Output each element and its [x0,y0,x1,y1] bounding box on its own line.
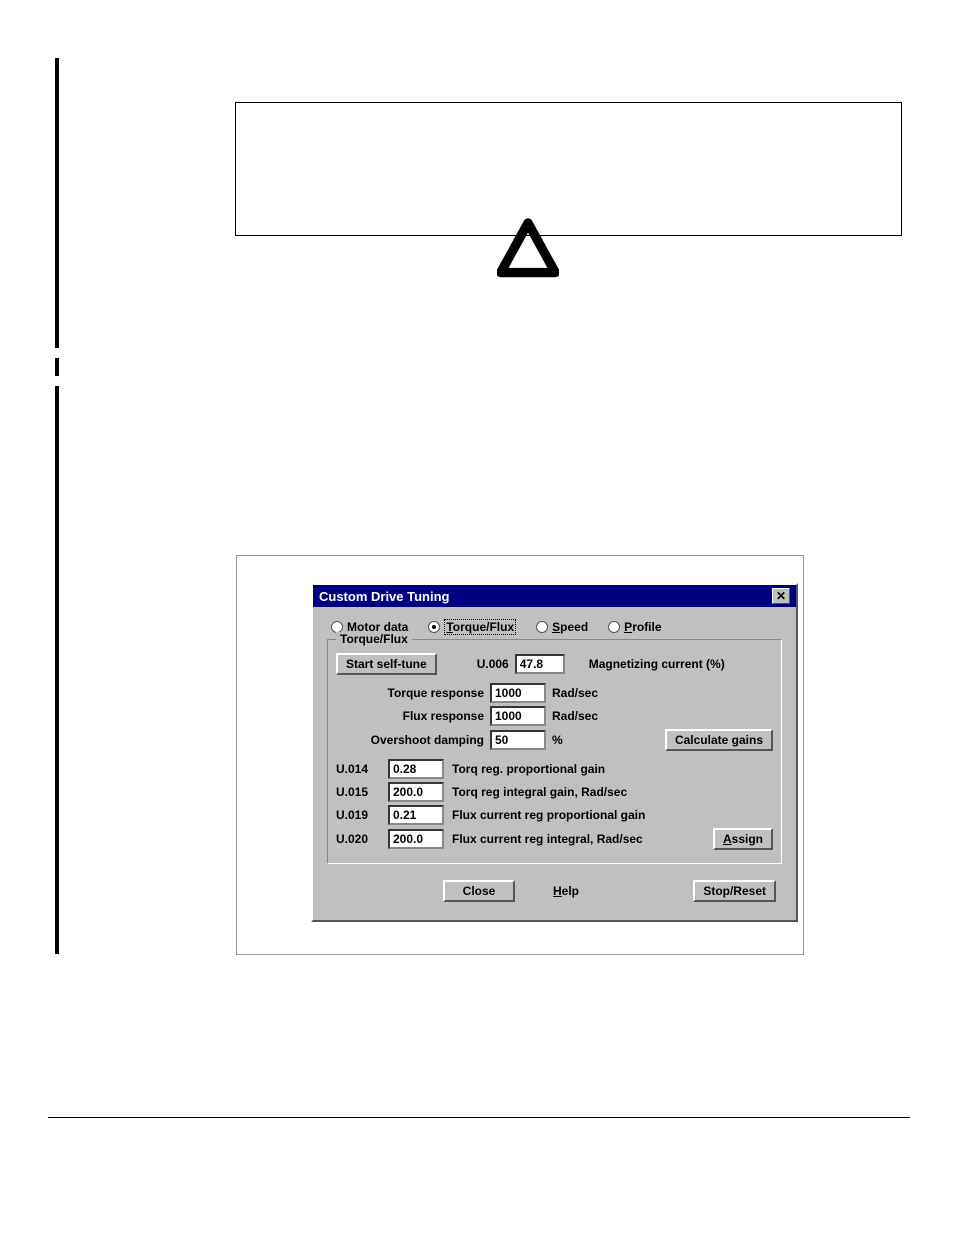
param-row-u020: U.020 Flux current reg integral, Rad/sec… [336,828,773,850]
torque-flux-radio[interactable]: Torque/Flux [428,619,516,635]
u006-input[interactable] [515,654,565,674]
radio-label: Speed [552,620,588,634]
start-self-tune-button[interactable]: Start self-tune [336,653,437,675]
u006-code: U.006 [477,657,509,671]
assign-button[interactable]: Assign [713,828,773,850]
flux-response-input[interactable] [490,706,546,726]
overshoot-label: Overshoot damping [336,733,484,747]
param-row-u019: U.019 Flux current reg proportional gain [336,805,773,825]
unit-label: % [552,733,622,747]
group-label: Torque/Flux [336,632,412,646]
calculate-gains-button[interactable]: Calculate gains [665,729,773,751]
param-desc: Torq reg. proportional gain [452,762,773,776]
radio-icon [536,621,548,633]
dialog-bottom-bar: Close Help Stop/Reset [323,874,786,912]
param-code: U.019 [336,808,380,822]
attention-box [235,102,902,236]
u015-input[interactable] [388,782,444,802]
radio-label: Profile [624,620,661,634]
speed-radio[interactable]: Speed [536,619,588,635]
u014-input[interactable] [388,759,444,779]
flux-response-label: Flux response [336,709,484,723]
torque-response-input[interactable] [490,683,546,703]
u020-input[interactable] [388,829,444,849]
warning-triangle-icon [497,218,559,280]
unit-label: Rad/sec [552,686,622,700]
param-desc: Torq reg integral gain, Rad/sec [452,785,773,799]
left-rule-segment-3 [55,386,59,954]
self-tune-row: Start self-tune U.006 Magnetizing curren… [336,653,773,675]
dialog-titlebar: Custom Drive Tuning ✕ [313,585,796,607]
param-desc: Flux current reg integral, Rad/sec [452,832,705,846]
param-row-u015: U.015 Torq reg integral gain, Rad/sec [336,782,773,802]
unit-label: Rad/sec [552,709,622,723]
help-label[interactable]: Help [535,882,597,900]
u006-desc: Magnetizing current (%) [589,657,725,671]
left-rule-segment-1 [55,58,59,348]
param-code: U.020 [336,832,380,846]
radio-icon [428,621,440,633]
response-block: Torque response Rad/sec Flux response Ra… [336,683,773,751]
radio-icon [608,621,620,633]
torque-flux-group: Torque/Flux Start self-tune U.006 Magnet… [327,639,782,864]
close-icon[interactable]: ✕ [772,588,790,604]
param-code: U.014 [336,762,380,776]
custom-drive-tuning-dialog: Custom Drive Tuning ✕ Motor data Torque/… [311,583,798,922]
param-row-u014: U.014 Torq reg. proportional gain [336,759,773,779]
dialog-body: Motor data Torque/Flux Speed Profile Tor… [313,607,796,920]
stop-reset-button[interactable]: Stop/Reset [693,880,776,902]
profile-radio[interactable]: Profile [608,619,661,635]
dialog-screenshot-frame: Custom Drive Tuning ✕ Motor data Torque/… [236,555,804,955]
overshoot-input[interactable] [490,730,546,750]
u019-input[interactable] [388,805,444,825]
dialog-title: Custom Drive Tuning [319,589,449,604]
bottom-horizontal-rule [48,1117,910,1118]
param-desc: Flux current reg proportional gain [452,808,773,822]
radio-label: Torque/Flux [444,619,516,635]
left-rule-segment-2 [55,358,59,376]
close-button[interactable]: Close [443,880,515,902]
param-code: U.015 [336,785,380,799]
torque-response-label: Torque response [336,686,484,700]
